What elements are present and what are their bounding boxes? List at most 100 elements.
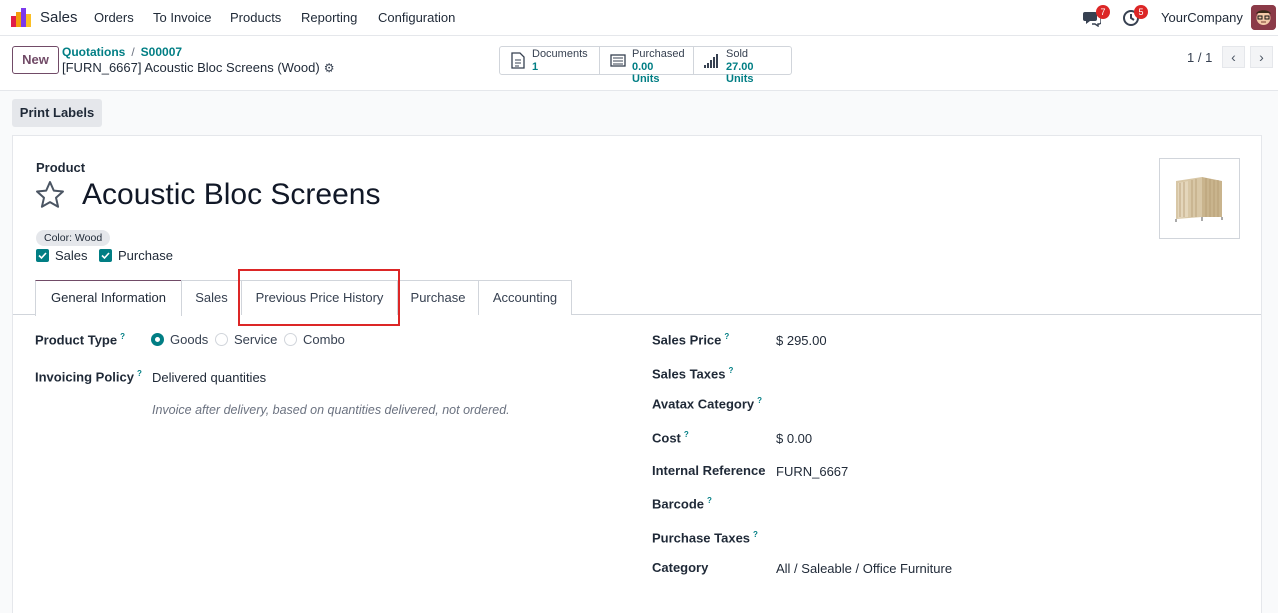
top-navbar: Sales Orders To Invoice Products Reporti… [0, 0, 1278, 36]
help-icon[interactable]: ? [120, 332, 125, 341]
sales-taxes-label-text: Sales Taxes [652, 366, 726, 382]
sold-smart-button[interactable]: Sold 27.00 Units [694, 47, 791, 85]
sales-taxes-field[interactable] [776, 366, 1076, 382]
sales-app-icon[interactable] [11, 8, 31, 27]
menu-configuration[interactable]: Configuration [378, 10, 455, 25]
sales-checkbox[interactable] [36, 249, 49, 262]
help-icon[interactable]: ? [684, 430, 689, 439]
product-type-label-text: Product Type [35, 332, 118, 348]
product-form-sheet: Product Acoustic Bloc Screens Color: Woo… [12, 135, 1262, 613]
purchase-taxes-label: Purchase Taxes? [652, 530, 758, 545]
avatax-category-field[interactable] [776, 396, 1076, 412]
help-icon[interactable]: ? [757, 396, 762, 405]
purchased-smart-button[interactable]: Purchased 0.00 Units [600, 47, 694, 85]
help-icon[interactable]: ? [753, 530, 758, 539]
purchase-checkbox-label[interactable]: Purchase [118, 248, 173, 263]
company-switcher[interactable]: YourCompany [1161, 10, 1243, 25]
checkmark-icon [38, 252, 47, 260]
pager-next-button[interactable]: › [1250, 46, 1273, 68]
checkmark-icon [101, 252, 110, 260]
acoustic-screen-image [1160, 159, 1239, 238]
signal-bars-icon [704, 54, 718, 68]
document-icon [511, 52, 525, 69]
cost-label: Cost? [652, 430, 689, 445]
purchase-taxes-field[interactable] [776, 530, 1076, 546]
internal-reference-value[interactable]: FURN_6667 [776, 464, 848, 479]
activities-badge: 5 [1134, 5, 1148, 19]
purchased-label: Purchased [632, 48, 685, 60]
sold-value: 27.00 Units [726, 61, 754, 85]
tab-purchase[interactable]: Purchase [397, 280, 479, 315]
help-icon[interactable]: ? [137, 369, 142, 378]
smart-buttons: Documents 1 Purchased 0.00 Units Sold 27… [499, 46, 792, 85]
product-image[interactable] [1159, 158, 1240, 239]
menu-reporting[interactable]: Reporting [301, 10, 357, 25]
breadcrumb-order[interactable]: S00007 [141, 45, 182, 59]
app-name[interactable]: Sales [40, 9, 78, 26]
sales-checkbox-label[interactable]: Sales [55, 248, 88, 263]
barcode-label-text: Barcode [652, 496, 705, 512]
tab-general-information[interactable]: General Information [35, 280, 182, 316]
barcode-label: Barcode? [652, 496, 712, 511]
sales-taxes-label: Sales Taxes? [652, 366, 733, 381]
chevron-right-icon: › [1259, 49, 1264, 65]
gear-icon[interactable]: ⚙ [324, 61, 335, 75]
messages-badge: 7 [1096, 5, 1110, 19]
help-icon[interactable]: ? [728, 366, 733, 375]
tab-sales[interactable]: Sales [181, 280, 242, 315]
radio-service-label[interactable]: Service [234, 332, 277, 347]
user-avatar[interactable] [1251, 5, 1276, 30]
invoicing-policy-help: Invoice after delivery, based on quantit… [152, 403, 510, 417]
invoicing-policy-value[interactable]: Delivered quantities [152, 370, 266, 385]
sales-price-label-text: Sales Price [652, 332, 722, 348]
new-button[interactable]: New [12, 46, 59, 74]
invoicing-policy-label: Invoicing Policy? [35, 369, 142, 384]
cost-label-text: Cost [652, 430, 681, 446]
breadcrumb-quotations[interactable]: Quotations [62, 45, 125, 59]
breadcrumb-separator: / [131, 45, 135, 59]
star-icon[interactable] [35, 180, 65, 210]
sales-price-value[interactable]: $ 295.00 [776, 333, 827, 348]
purchase-taxes-label-text: Purchase Taxes [652, 530, 751, 546]
menu-to-invoice[interactable]: To Invoice [153, 10, 212, 25]
documents-value: 1 [532, 61, 539, 73]
menu-orders[interactable]: Orders [94, 10, 134, 25]
product-name[interactable]: Acoustic Bloc Screens [82, 178, 380, 212]
pager-value[interactable]: 1 / 1 [1187, 50, 1212, 65]
variant-tag: Color: Wood [36, 230, 111, 246]
product-label: Product [36, 160, 86, 175]
cart-icon [610, 54, 626, 67]
record-title: [FURN_6667] Acoustic Bloc Screens (Wood)… [62, 60, 334, 75]
radio-combo[interactable] [284, 333, 297, 346]
pager-previous-button[interactable]: ‹ [1222, 46, 1245, 68]
barcode-field[interactable] [776, 496, 1076, 512]
cost-value[interactable]: $ 0.00 [776, 431, 812, 446]
avatax-category-label-text: Avatax Category [652, 396, 755, 412]
control-panel: New Quotations / S00007 [FURN_6667] Acoust… [0, 36, 1278, 91]
category-label: Category [652, 560, 709, 575]
radio-goods[interactable] [151, 333, 164, 346]
documents-label: Documents [532, 48, 588, 60]
radio-service[interactable] [215, 333, 228, 346]
chevron-left-icon: ‹ [1231, 49, 1236, 65]
sales-price-label: Sales Price? [652, 332, 729, 347]
documents-smart-button[interactable]: Documents 1 [500, 47, 600, 74]
help-icon[interactable]: ? [724, 332, 729, 341]
purchased-value: 0.00 Units [632, 61, 660, 85]
menu-products[interactable]: Products [230, 10, 281, 25]
radio-combo-label[interactable]: Combo [303, 332, 345, 347]
highlight-box [238, 269, 400, 326]
product-type-label: Product Type? [35, 332, 125, 347]
purchase-checkbox[interactable] [99, 249, 112, 262]
avatax-category-label: Avatax Category? [652, 396, 762, 411]
record-title-text: [FURN_6667] Acoustic Bloc Screens (Wood) [62, 60, 320, 75]
tab-accounting[interactable]: Accounting [478, 280, 572, 315]
print-labels-button[interactable]: Print Labels [12, 99, 102, 127]
category-value[interactable]: All / Saleable / Office Furniture [776, 561, 952, 576]
help-icon[interactable]: ? [707, 496, 712, 505]
radio-goods-label[interactable]: Goods [170, 332, 208, 347]
sold-label: Sold [726, 48, 749, 60]
internal-reference-label: Internal Reference [652, 463, 766, 478]
user-avatar-icon [1251, 5, 1276, 30]
breadcrumb: Quotations / S00007 [62, 45, 182, 59]
